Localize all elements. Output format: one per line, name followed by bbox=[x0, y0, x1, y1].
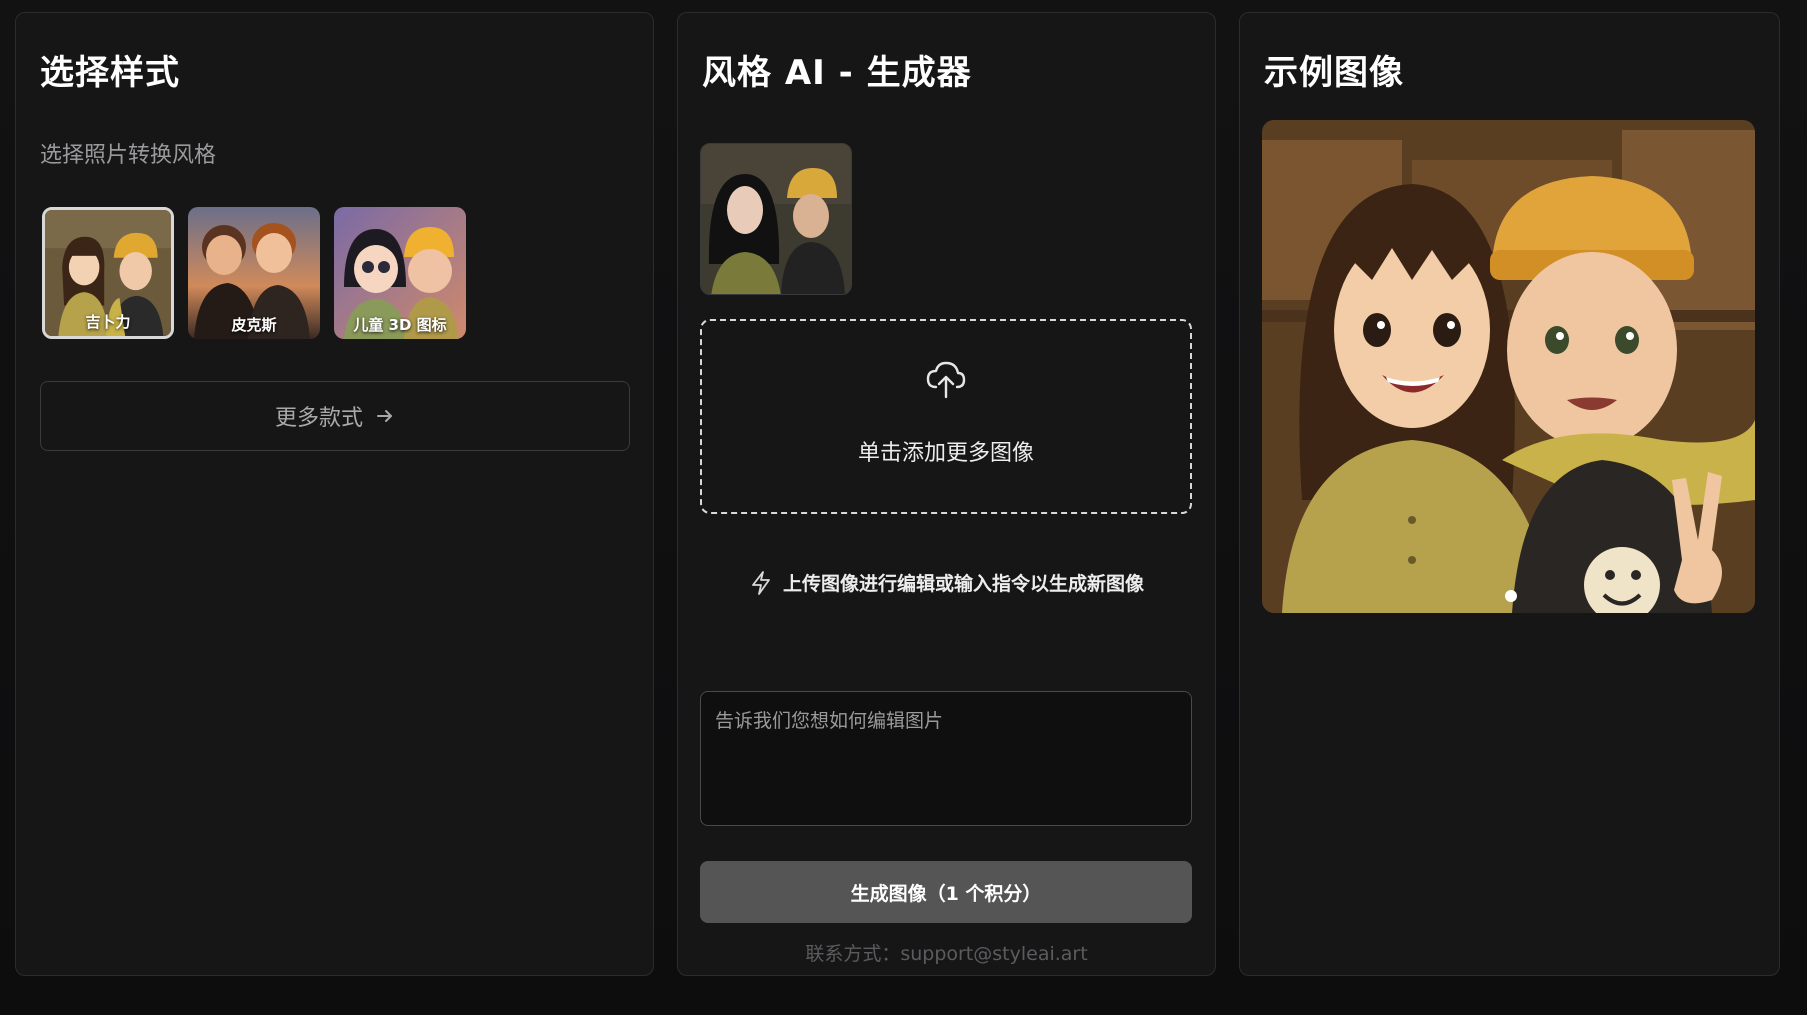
cloud-upload-icon bbox=[926, 361, 966, 399]
uploaded-image-thumbnail[interactable] bbox=[700, 143, 852, 295]
uploaded-photo bbox=[701, 144, 851, 294]
lightning-icon bbox=[752, 570, 770, 595]
example-panel: 示例图像 bbox=[1239, 12, 1780, 976]
generator-title: 风格 AI - 生成器 bbox=[702, 53, 972, 93]
instruction-hint-text: 上传图像进行编辑或输入指令以生成新图像 bbox=[782, 573, 1144, 595]
style-list: 吉卜力 皮克斯 儿童 3D 图标 bbox=[42, 207, 466, 339]
style-option-kids-3d[interactable]: 儿童 3D 图标 bbox=[334, 207, 466, 339]
dropzone-text: 单击添加更多图像 bbox=[857, 441, 1034, 466]
upload-dropzone[interactable]: 单击添加更多图像 bbox=[700, 319, 1192, 514]
style-select-panel: 选择样式 选择照片转换风格 吉卜力 皮克斯 儿童 3D 图标 更多款式 bbox=[15, 12, 654, 976]
style-label-ghibli: 吉卜力 bbox=[85, 313, 131, 331]
style-label-kids-3d: 儿童 3D 图标 bbox=[353, 316, 447, 334]
style-panel-subtitle: 选择照片转换风格 bbox=[40, 143, 217, 168]
style-option-ghibli[interactable]: 吉卜力 bbox=[42, 207, 174, 339]
ghibli-example-image bbox=[1262, 120, 1755, 613]
prompt-input[interactable] bbox=[700, 691, 1192, 826]
example-image-container bbox=[1262, 120, 1755, 613]
more-styles-label: 更多款式 bbox=[274, 406, 363, 431]
contact-info: 联系方式：support@styleai.art bbox=[805, 943, 1088, 965]
style-label-pixar: 皮克斯 bbox=[231, 316, 277, 334]
generate-image-button[interactable]: 生成图像（1 个积分） bbox=[700, 861, 1192, 923]
example-panel-title: 示例图像 bbox=[1264, 53, 1404, 93]
carousel-dot[interactable] bbox=[1505, 590, 1517, 602]
more-styles-button[interactable]: 更多款式 bbox=[40, 381, 630, 451]
instruction-hint: 上传图像进行编辑或输入指令以生成新图像 bbox=[678, 569, 1215, 596]
generator-panel: 风格 AI - 生成器 单击添加更多图像 上传图像进行编辑或输入指令以生成新图像… bbox=[677, 12, 1216, 976]
arrow-right-icon bbox=[377, 410, 392, 422]
page: 选择样式 选择照片转换风格 吉卜力 皮克斯 儿童 3D 图标 更多款式 风格 A… bbox=[0, 0, 1807, 1015]
style-option-pixar[interactable]: 皮克斯 bbox=[188, 207, 320, 339]
style-panel-title: 选择样式 bbox=[40, 53, 180, 93]
